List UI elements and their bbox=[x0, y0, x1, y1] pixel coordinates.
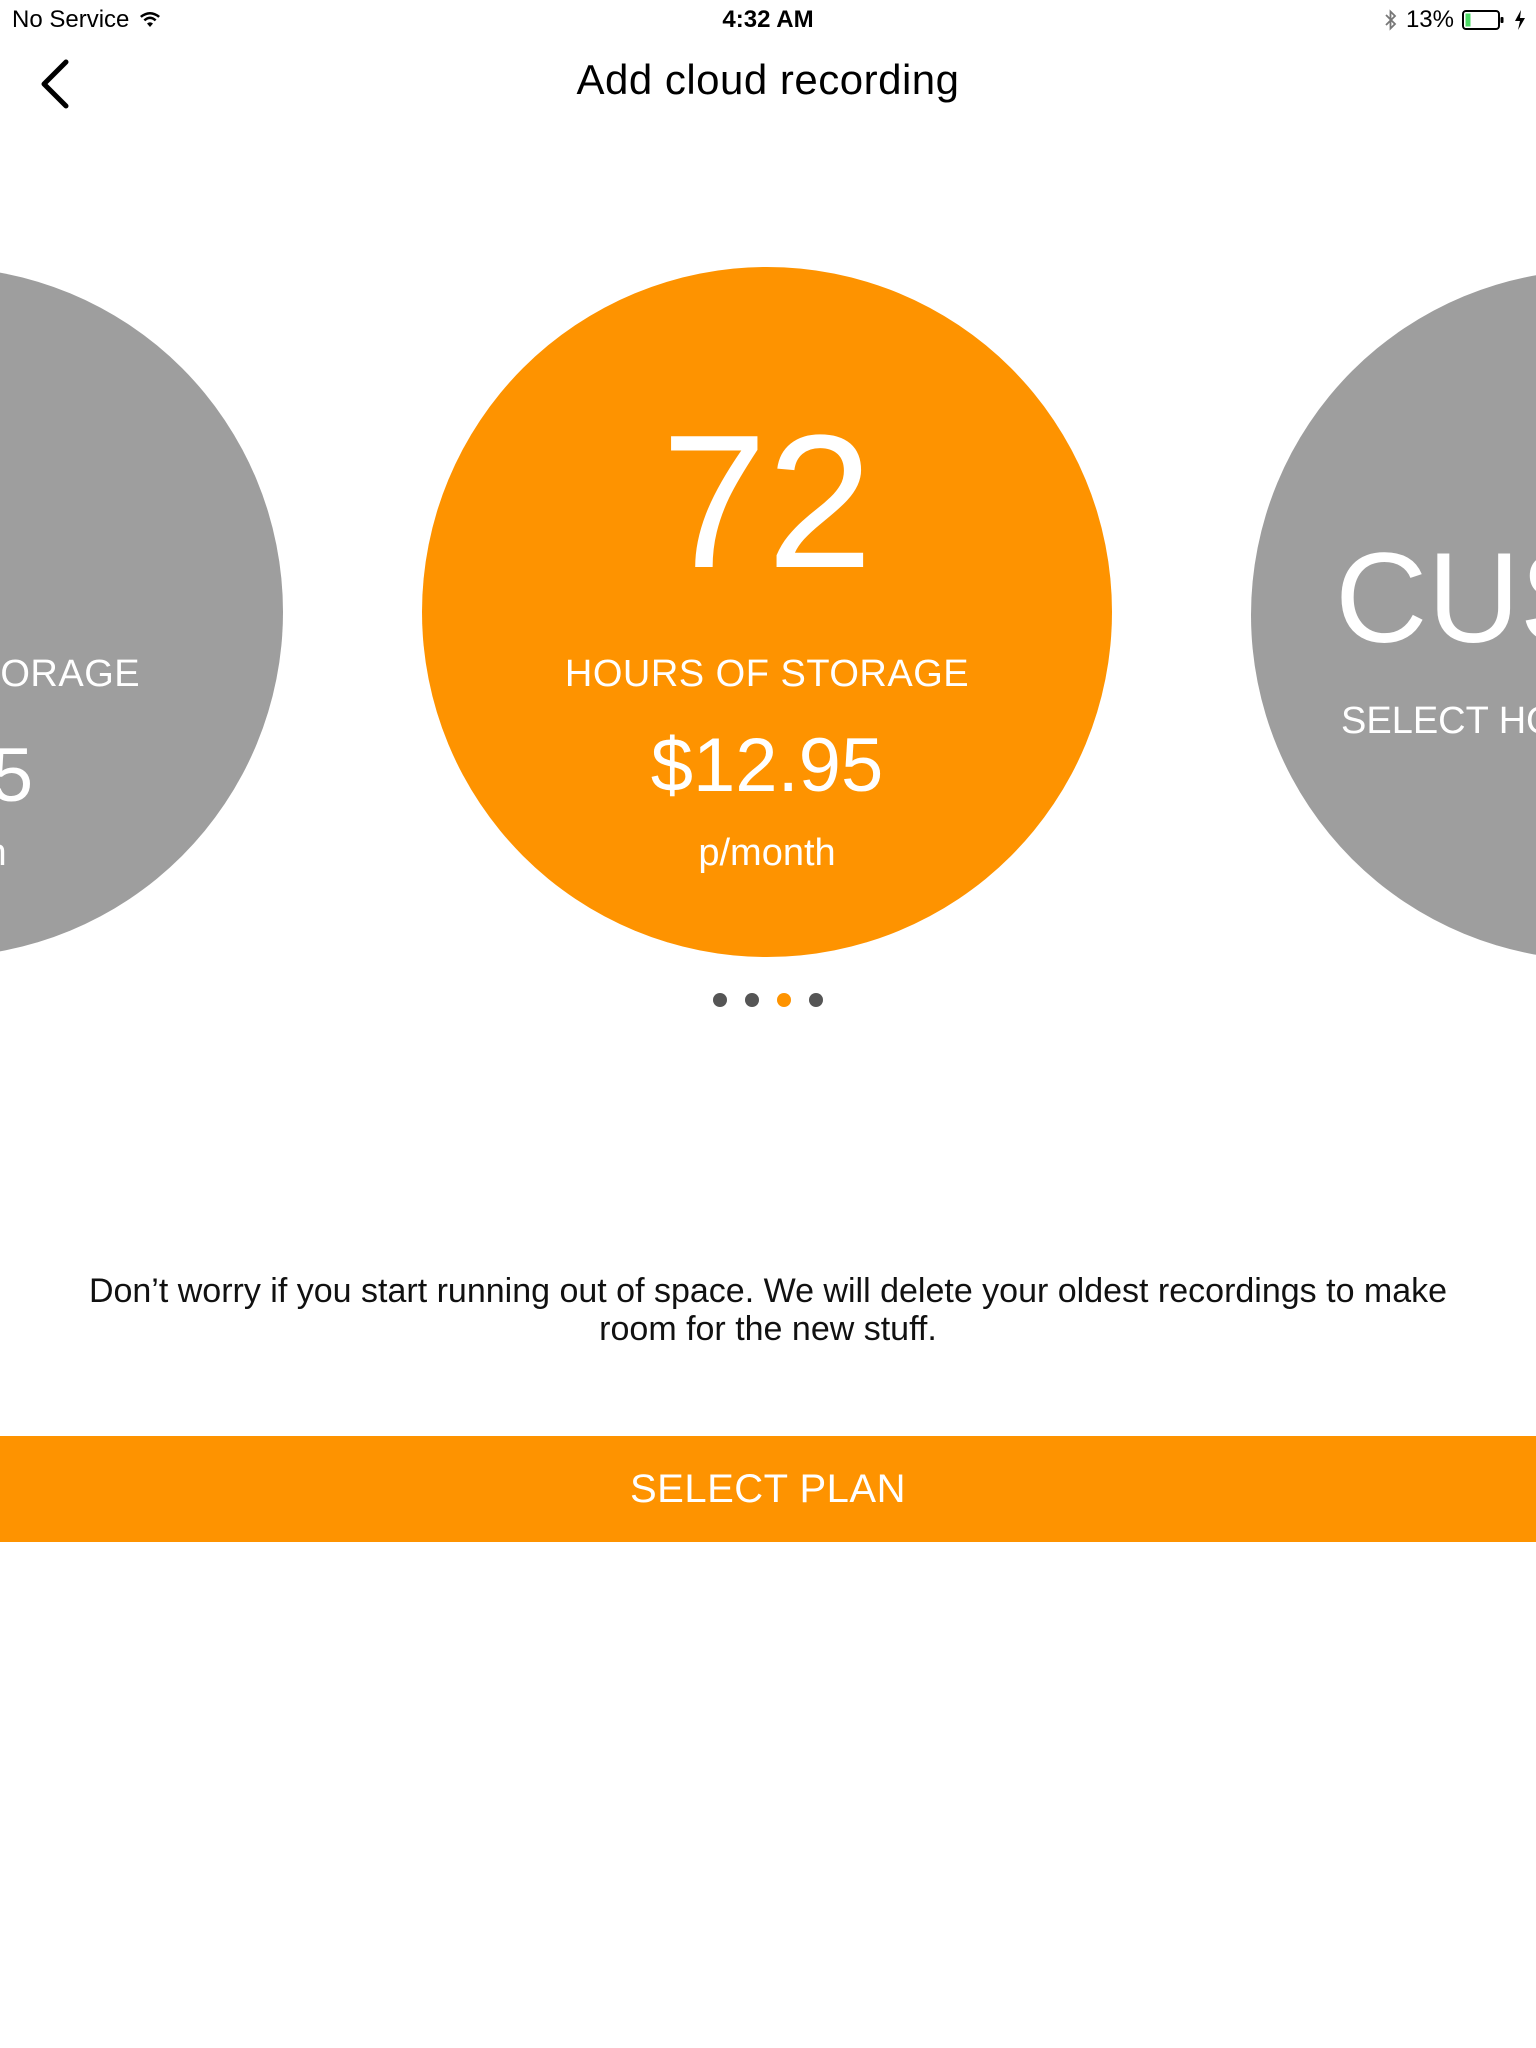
screen: No Service 4:32 AM 13% Add cloud recordi… bbox=[0, 0, 1536, 2048]
plan-label: HOURS OF STORAGE bbox=[564, 653, 970, 695]
info-text: Don’t worry if you start running out of … bbox=[88, 1272, 1448, 1348]
navigation-bar: Add cloud recording bbox=[0, 40, 1536, 128]
page-indicator[interactable] bbox=[0, 993, 1536, 1007]
plan-card-previous[interactable]: 3 HOURS OF STORAGE $4.95 p/month bbox=[0, 267, 283, 957]
page-dot[interactable] bbox=[809, 993, 823, 1007]
status-time: 4:32 AM bbox=[722, 6, 814, 33]
plan-card-custom[interactable]: CUSTOM SELECT HOURS bbox=[1251, 270, 1536, 960]
plan-hours: 72 bbox=[661, 396, 873, 608]
plan-card-selected[interactable]: 72 HOURS OF STORAGE $12.95 p/month bbox=[422, 267, 1112, 957]
status-right: 13% bbox=[1384, 6, 1526, 34]
plan-label: HOURS OF STORAGE bbox=[0, 653, 141, 695]
plan-hours: 3 bbox=[0, 407, 283, 597]
plan-period: p/month bbox=[0, 832, 283, 875]
plan-carousel[interactable]: 3 HOURS OF STORAGE $4.95 p/month 72 HOUR… bbox=[0, 260, 1536, 980]
plan-price: $4.95 bbox=[0, 733, 34, 818]
battery-icon bbox=[1462, 9, 1506, 31]
select-plan-button[interactable]: SELECT PLAN bbox=[0, 1436, 1536, 1542]
page-dot[interactable] bbox=[745, 993, 759, 1007]
plan-period: p/month bbox=[698, 832, 836, 874]
plan-price: $12.95 bbox=[650, 723, 884, 808]
bluetooth-icon bbox=[1384, 8, 1398, 32]
page-dot[interactable] bbox=[713, 993, 727, 1007]
status-bar: No Service 4:32 AM 13% bbox=[0, 0, 1536, 40]
charging-bolt-icon bbox=[1514, 9, 1526, 31]
custom-plan-title: CUSTOM bbox=[1335, 527, 1536, 670]
battery-percent: 13% bbox=[1405, 6, 1454, 33]
select-plan-label: SELECT PLAN bbox=[630, 1466, 906, 1511]
page-dot-active[interactable] bbox=[777, 993, 791, 1007]
custom-plan-subtitle: SELECT HOURS bbox=[1341, 700, 1536, 742]
page-title: Add cloud recording bbox=[576, 56, 960, 103]
